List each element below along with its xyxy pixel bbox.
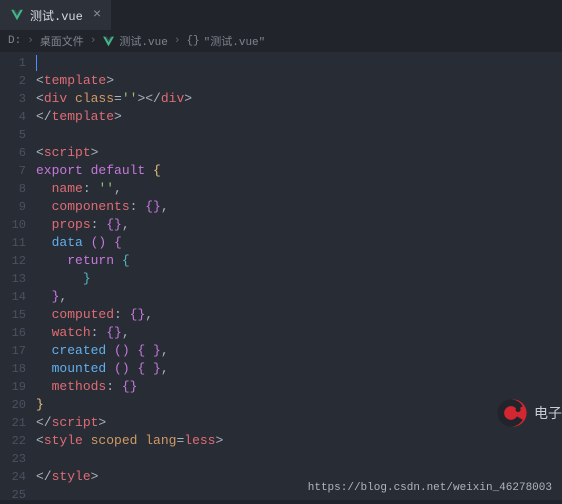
bc-file[interactable]: 测试.vue xyxy=(119,33,167,49)
line-number: 19 xyxy=(0,378,26,396)
bc-drive[interactable]: D: xyxy=(8,35,21,47)
line-number: 6 xyxy=(0,144,26,162)
editor[interactable]: 1234567891011121314151617181920212223242… xyxy=(0,52,562,500)
code-area[interactable]: <template> <div class=''></div> </templa… xyxy=(36,52,562,500)
chevron-right-icon: › xyxy=(27,35,34,47)
cursor xyxy=(36,55,37,71)
line-number: 21 xyxy=(0,414,26,432)
line-number: 7 xyxy=(0,162,26,180)
logo-icon xyxy=(496,396,530,430)
braces-icon: {} xyxy=(186,35,199,47)
line-number: 13 xyxy=(0,270,26,288)
line-number: 16 xyxy=(0,324,26,342)
line-number: 10 xyxy=(0,216,26,234)
line-number: 3 xyxy=(0,90,26,108)
line-number: 18 xyxy=(0,360,26,378)
tab-label: 测试.vue xyxy=(30,7,83,24)
tab-bar: 测试.vue × xyxy=(0,0,562,30)
breadcrumb: D: › 桌面文件 › 测试.vue › {} "测试.vue" xyxy=(0,30,562,52)
bc-folder[interactable]: 桌面文件 xyxy=(40,33,84,49)
line-number: 5 xyxy=(0,126,26,144)
line-gutter: 1234567891011121314151617181920212223242… xyxy=(0,52,36,500)
line-number: 22 xyxy=(0,432,26,450)
chevron-right-icon: › xyxy=(90,35,97,47)
close-icon[interactable]: × xyxy=(93,7,101,23)
line-number: 2 xyxy=(0,72,26,90)
line-number: 1 xyxy=(0,54,26,72)
line-number: 11 xyxy=(0,234,26,252)
line-number: 17 xyxy=(0,342,26,360)
bc-symbol[interactable]: "测试.vue" xyxy=(204,33,266,49)
watermark-text: https://blog.csdn.net/weixin_46278003 xyxy=(308,482,552,494)
line-number: 8 xyxy=(0,180,26,198)
line-number: 23 xyxy=(0,450,26,468)
chevron-right-icon: › xyxy=(174,35,181,47)
logo-text: 电子 xyxy=(534,403,562,423)
line-number: 24 xyxy=(0,468,26,486)
line-number: 4 xyxy=(0,108,26,126)
logo-badge: 电子 xyxy=(496,396,562,430)
line-number: 15 xyxy=(0,306,26,324)
line-number: 20 xyxy=(0,396,26,414)
line-number: 25 xyxy=(0,486,26,504)
line-number: 14 xyxy=(0,288,26,306)
line-number: 12 xyxy=(0,252,26,270)
tab-active[interactable]: 测试.vue × xyxy=(0,0,111,30)
vue-icon xyxy=(102,35,115,48)
vue-icon xyxy=(10,8,24,22)
line-number: 9 xyxy=(0,198,26,216)
